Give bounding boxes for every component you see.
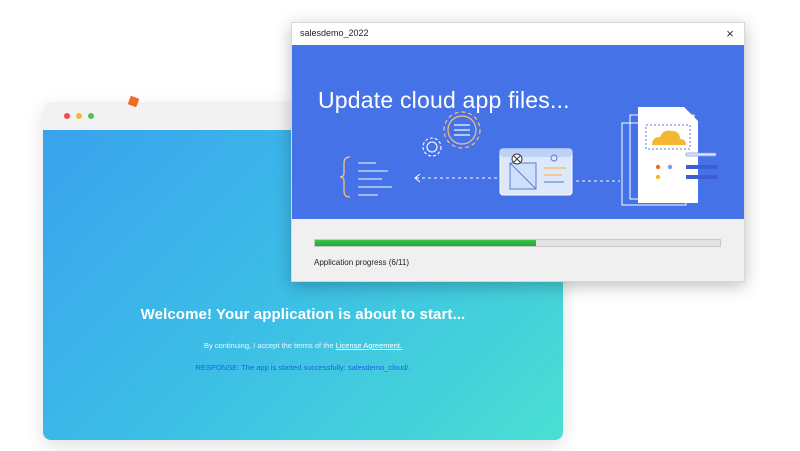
- close-icon[interactable]: ×: [722, 26, 738, 42]
- dashed-arrow-left-icon: [414, 173, 498, 183]
- cloud-document-icon: [621, 107, 718, 206]
- update-banner: Update cloud app files...: [292, 45, 744, 219]
- gear-small-icon: [422, 137, 442, 157]
- dialog-title: salesdemo_2022: [300, 28, 369, 38]
- terms-text: By continuing, I accept the terms of the…: [43, 341, 563, 350]
- minimize-dot-icon[interactable]: [76, 113, 82, 119]
- progress-label: Application progress (6/11): [314, 258, 410, 267]
- close-dot-icon[interactable]: [64, 113, 70, 119]
- gear-large-icon: [443, 111, 481, 149]
- code-brace-icon: [339, 156, 351, 198]
- update-dialog: salesdemo_2022 × Update cloud app files.…: [291, 22, 745, 282]
- progress-bar-fill: [315, 240, 536, 246]
- welcome-heading: Welcome! Your application is about to st…: [140, 306, 466, 323]
- maximize-dot-icon[interactable]: [88, 113, 94, 119]
- progress-bar: [314, 239, 721, 247]
- license-agreement-link[interactable]: License Agreement.: [336, 341, 402, 350]
- dialog-titlebar: salesdemo_2022 ×: [292, 23, 744, 45]
- browser-window-icon: [499, 148, 573, 196]
- banner-illustration: [339, 107, 718, 206]
- terms-prefix: By continuing, I accept the terms of the: [203, 341, 334, 350]
- code-lines-icon: [358, 162, 392, 196]
- response-message: RESPONSE: The app is started successfull…: [195, 363, 411, 372]
- banner-title: Update cloud app files...: [318, 87, 570, 113]
